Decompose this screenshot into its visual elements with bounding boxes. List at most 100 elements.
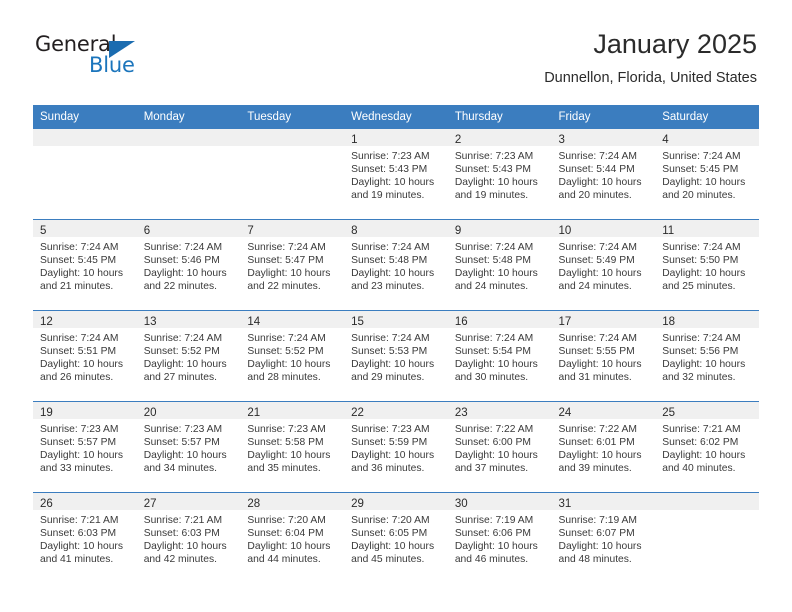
sunrise-time: Sunrise: 7:23 AM bbox=[454, 151, 534, 162]
day-sun-info: Sunrise: 7:20 AM Sunset: 6:05 PM Daylight:… bbox=[344, 510, 448, 566]
calendar-day-cell[interactable]: 5 Sunrise: 7:24 AM Sunset: 5:45 PM Daylight… bbox=[33, 219, 137, 311]
day-number: 8 bbox=[351, 225, 358, 237]
day-1: 1 Sunrise: 7:23 AM Sunset: 5:43 PM Daylight… bbox=[344, 129, 448, 219]
day-number: 13 bbox=[143, 316, 157, 328]
daylight-duration: Daylight: 10 hours and 23 minutes. bbox=[351, 268, 435, 293]
daylight-duration: Daylight: 10 hours and 27 minutes. bbox=[143, 359, 227, 384]
day-sun-info bbox=[655, 510, 759, 514]
day-empty bbox=[136, 129, 241, 219]
calendar-day-cell[interactable]: 3 Sunrise: 7:24 AM Sunset: 5:44 PM Daylight… bbox=[551, 129, 656, 220]
calendar-day-cell[interactable]: 10 Sunrise: 7:24 AM Sunset: 5:49 PM Dayligh… bbox=[551, 219, 656, 311]
calendar-day-cell[interactable]: 23 Sunrise: 7:22 AM Sunset: 6:00 PM Dayligh… bbox=[447, 401, 552, 493]
daylight-duration: Daylight: 10 hours and 36 minutes. bbox=[351, 450, 435, 475]
calendar-day-cell[interactable]: 2 Sunrise: 7:23 AM Sunset: 5:43 PM Daylight… bbox=[447, 129, 552, 220]
sunset-time: Sunset: 5:44 PM bbox=[558, 164, 635, 176]
day-number-band: 11 bbox=[655, 220, 759, 237]
calendar-day-cell[interactable]: 14 Sunrise: 7:24 AM Sunset: 5:52 PM Dayligh… bbox=[240, 310, 345, 402]
calendar-week-row: 12 Sunrise: 7:24 AM Sunset: 5:51 PM Dayligh… bbox=[33, 310, 759, 402]
calendar-day-cell[interactable]: 15 Sunrise: 7:24 AM Sunset: 5:53 PM Dayligh… bbox=[344, 310, 448, 402]
sunset-time: Sunset: 5:47 PM bbox=[247, 255, 324, 267]
day-sun-info: Sunrise: 7:24 AM Sunset: 5:50 PM Daylight:… bbox=[655, 237, 759, 293]
day-sun-info: Sunrise: 7:24 AM Sunset: 5:45 PM Daylight:… bbox=[33, 237, 137, 293]
sunset-time: Sunset: 5:45 PM bbox=[40, 255, 117, 267]
sunrise-time: Sunrise: 7:23 AM bbox=[351, 424, 430, 435]
day-24: 24 Sunrise: 7:22 AM Sunset: 6:01 PM Dayligh… bbox=[551, 402, 656, 492]
day-2: 2 Sunrise: 7:23 AM Sunset: 5:43 PM Daylight… bbox=[447, 129, 552, 219]
calendar-day-cell[interactable]: 20 Sunrise: 7:23 AM Sunset: 5:57 PM Dayligh… bbox=[136, 401, 241, 493]
day-sun-info: Sunrise: 7:22 AM Sunset: 6:00 PM Daylight:… bbox=[448, 419, 552, 475]
day-31: 31 Sunrise: 7:19 AM Sunset: 6:07 PM Dayligh… bbox=[551, 493, 656, 583]
sunset-time: Sunset: 5:58 PM bbox=[247, 437, 324, 449]
day-22: 22 Sunrise: 7:23 AM Sunset: 5:59 PM Dayligh… bbox=[344, 402, 448, 492]
sunset-time: Sunset: 6:04 PM bbox=[247, 528, 324, 540]
weekday-header-thursday: Thursday bbox=[447, 105, 552, 129]
calendar-day-cell[interactable]: 16 Sunrise: 7:24 AM Sunset: 5:54 PM Dayligh… bbox=[447, 310, 552, 402]
sunset-time: Sunset: 5:52 PM bbox=[143, 346, 220, 358]
calendar-day-cell[interactable]: 30 Sunrise: 7:19 AM Sunset: 6:06 PM Dayligh… bbox=[447, 492, 552, 583]
calendar-day-cell[interactable]: 17 Sunrise: 7:24 AM Sunset: 5:55 PM Dayligh… bbox=[551, 310, 656, 402]
calendar-day-cell[interactable]: 6 Sunrise: 7:24 AM Sunset: 5:46 PM Daylight… bbox=[136, 219, 241, 311]
calendar-day-cell[interactable]: 25 Sunrise: 7:21 AM Sunset: 6:02 PM Dayligh… bbox=[655, 401, 759, 493]
day-number-band: 12 bbox=[33, 311, 137, 328]
calendar-day-cell[interactable]: 22 Sunrise: 7:23 AM Sunset: 5:59 PM Dayligh… bbox=[344, 401, 448, 493]
day-empty bbox=[240, 129, 345, 219]
calendar-day-cell[interactable]: 27 Sunrise: 7:21 AM Sunset: 6:03 PM Dayligh… bbox=[136, 492, 241, 583]
sunset-time: Sunset: 6:01 PM bbox=[558, 437, 635, 449]
day-number: 7 bbox=[247, 225, 254, 237]
day-number-band: 10 bbox=[551, 220, 656, 237]
day-number: 3 bbox=[558, 134, 565, 146]
calendar-day-cell[interactable]: 4 Sunrise: 7:24 AM Sunset: 5:45 PM Daylight… bbox=[655, 129, 759, 220]
calendar-day-cell[interactable]: 1 Sunrise: 7:23 AM Sunset: 5:43 PM Daylight… bbox=[344, 129, 448, 220]
calendar-day-cell[interactable]: 28 Sunrise: 7:20 AM Sunset: 6:04 PM Dayligh… bbox=[240, 492, 345, 583]
day-number-band: 19 bbox=[33, 402, 137, 419]
general-blue-logo[interactable]: General Blue bbox=[35, 32, 255, 84]
calendar-day-cell[interactable]: 11 Sunrise: 7:24 AM Sunset: 5:50 PM Dayligh… bbox=[655, 219, 759, 311]
calendar-day-cell[interactable]: 21 Sunrise: 7:23 AM Sunset: 5:58 PM Dayligh… bbox=[240, 401, 345, 493]
sunrise-time: Sunrise: 7:21 AM bbox=[662, 424, 741, 435]
calendar-day-cell[interactable]: 7 Sunrise: 7:24 AM Sunset: 5:47 PM Daylight… bbox=[240, 219, 345, 311]
day-number: 6 bbox=[143, 225, 151, 237]
day-number-band: 16 bbox=[447, 311, 552, 328]
calendar-day-cell[interactable]: 31 Sunrise: 7:19 AM Sunset: 6:07 PM Dayligh… bbox=[551, 492, 656, 583]
calendar-day-cell[interactable]: 24 Sunrise: 7:22 AM Sunset: 6:01 PM Dayligh… bbox=[551, 401, 656, 493]
day-number: 31 bbox=[558, 498, 572, 510]
calendar-page: General Blue January 2025 Dunnellon, Flo… bbox=[0, 0, 792, 612]
sunrise-time: Sunrise: 7:24 AM bbox=[40, 242, 119, 253]
day-sun-info: Sunrise: 7:24 AM Sunset: 5:51 PM Daylight:… bbox=[33, 328, 137, 384]
sunrise-time: Sunrise: 7:24 AM bbox=[143, 333, 223, 344]
day-number-band bbox=[136, 129, 241, 146]
day-20: 20 Sunrise: 7:23 AM Sunset: 5:57 PM Dayligh… bbox=[136, 402, 241, 492]
day-6: 6 Sunrise: 7:24 AM Sunset: 5:46 PM Daylight… bbox=[136, 220, 241, 310]
calendar-day-cell[interactable]: 12 Sunrise: 7:24 AM Sunset: 5:51 PM Dayligh… bbox=[33, 310, 137, 402]
day-number-band: 21 bbox=[240, 402, 345, 419]
day-16: 16 Sunrise: 7:24 AM Sunset: 5:54 PM Dayligh… bbox=[447, 311, 552, 401]
sunset-time: Sunset: 5:49 PM bbox=[558, 255, 635, 267]
calendar-day-cell[interactable]: 29 Sunrise: 7:20 AM Sunset: 6:05 PM Dayligh… bbox=[344, 492, 448, 583]
day-number: 4 bbox=[662, 134, 669, 146]
sunrise-time: Sunrise: 7:20 AM bbox=[247, 515, 326, 526]
sunrise-time: Sunrise: 7:23 AM bbox=[351, 151, 430, 162]
sunrise-time: Sunrise: 7:23 AM bbox=[40, 424, 119, 435]
day-number: 25 bbox=[662, 407, 676, 419]
weekday-header-saturday: Saturday bbox=[655, 105, 759, 129]
day-number-band: 30 bbox=[447, 493, 552, 510]
day-10: 10 Sunrise: 7:24 AM Sunset: 5:49 PM Dayligh… bbox=[551, 220, 656, 310]
sunrise-time: Sunrise: 7:24 AM bbox=[351, 333, 430, 344]
calendar-day-cell[interactable]: 13 Sunrise: 7:24 AM Sunset: 5:52 PM Dayligh… bbox=[136, 310, 241, 402]
calendar-day-cell[interactable]: 9 Sunrise: 7:24 AM Sunset: 5:48 PM Daylight… bbox=[447, 219, 552, 311]
calendar-day-cell[interactable]: 8 Sunrise: 7:24 AM Sunset: 5:48 PM Daylight… bbox=[344, 219, 448, 311]
sunrise-time: Sunrise: 7:21 AM bbox=[40, 515, 119, 526]
day-number: 1 bbox=[351, 134, 358, 146]
calendar-day-cell bbox=[33, 129, 137, 220]
calendar-day-cell[interactable]: 18 Sunrise: 7:24 AM Sunset: 5:56 PM Dayligh… bbox=[655, 310, 759, 402]
daylight-duration: Daylight: 10 hours and 29 minutes. bbox=[351, 359, 435, 384]
day-26: 26 Sunrise: 7:21 AM Sunset: 6:03 PM Dayligh… bbox=[33, 493, 137, 583]
sunset-time: Sunset: 6:07 PM bbox=[558, 528, 635, 540]
day-sun-info bbox=[137, 146, 241, 150]
sunset-time: Sunset: 6:02 PM bbox=[662, 437, 739, 449]
calendar-day-cell[interactable]: 26 Sunrise: 7:21 AM Sunset: 6:03 PM Dayligh… bbox=[33, 492, 137, 583]
daylight-duration: Daylight: 10 hours and 32 minutes. bbox=[662, 359, 746, 384]
day-number-band: 1 bbox=[344, 129, 448, 146]
calendar-day-cell[interactable]: 19 Sunrise: 7:23 AM Sunset: 5:57 PM Dayligh… bbox=[33, 401, 137, 493]
day-sun-info bbox=[240, 146, 344, 150]
